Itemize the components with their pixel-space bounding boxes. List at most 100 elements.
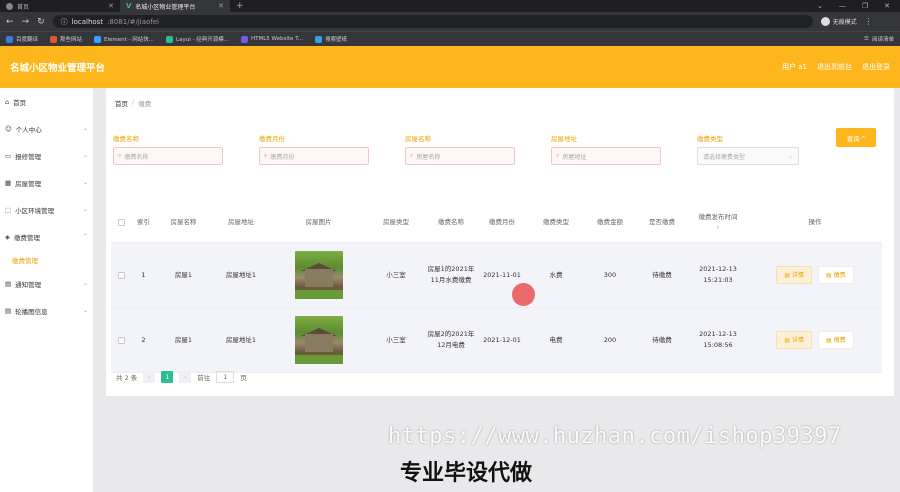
placeholder: 房屋名称: [416, 153, 441, 161]
page-number-current[interactable]: 1: [161, 371, 174, 383]
select-all-checkbox[interactable]: [117, 219, 125, 226]
cell-fee-type: 电费: [549, 335, 563, 344]
table-row: 1 房屋1 房屋地址1 小三室 房屋1的2021年11月水费缴费 2021-11…: [111, 243, 882, 308]
bookmarks-bar: 百度翻译 那些网站 Element - 网站快... Layui - 经典开源模…: [0, 31, 900, 46]
house-name-input[interactable]: ⌕ 房屋名称: [405, 147, 515, 165]
cell-house-type: 小三室: [386, 270, 406, 279]
query-button[interactable]: 查询 ⌕: [836, 128, 876, 147]
header-fee-type: 缴费类型: [543, 218, 569, 226]
sort-icon[interactable]: ⇕: [716, 223, 720, 234]
search-fee-month: 缴费月份 ⌕ 缴费月份: [259, 133, 369, 165]
back-to-front-link[interactable]: 退出到前台: [817, 62, 852, 72]
sidebar-item-profile[interactable]: ☺ 个人中心 ⌄: [0, 115, 93, 142]
pagination-total: 共 2 条: [116, 374, 138, 382]
bookmark-item[interactable]: HTML5 Website T...: [240, 35, 303, 43]
bookmark-item[interactable]: Layui - 经典开源模...: [166, 35, 229, 43]
cell-publish-time: 2021-12-13 15:08:56: [699, 330, 737, 349]
sidebar-subitem-fee-manage[interactable]: 缴费管理: [0, 250, 93, 270]
cell-is-paid: 待缴费: [652, 270, 672, 279]
prev-page-icon[interactable]: ‹: [143, 371, 156, 383]
profile-button[interactable]: 无痕模式: [820, 17, 857, 26]
chevron-down-icon: ⌄: [82, 280, 88, 287]
menu-icon[interactable]: ⋮: [865, 17, 873, 26]
fee-name-input[interactable]: ⌕ 缴费名称: [113, 147, 223, 165]
fee-month-input[interactable]: ⌕ 缴费月份: [259, 147, 369, 165]
sidebar-item-environment[interactable]: ⬚ 小区环境管理 ⌄: [0, 196, 93, 223]
chevron-down-icon: ⌄: [82, 179, 88, 186]
breadcrumb-separator: /: [132, 98, 135, 106]
goto-page-input[interactable]: 1: [216, 371, 235, 383]
bookmark-icon: [94, 35, 102, 43]
sidebar-item-notice[interactable]: ▤ 通知管理 ⌄: [0, 270, 93, 297]
chevron-down-icon: ⌄: [787, 152, 793, 160]
close-icon[interactable]: ✕: [218, 2, 224, 10]
pay-button[interactable]: ▤ 缴费: [818, 266, 854, 284]
header-publish-time[interactable]: 缴费发布时间 ⇕: [688, 212, 748, 234]
close-icon[interactable]: ✕: [884, 2, 890, 10]
forward-icon[interactable]: →: [22, 17, 30, 27]
goto-suffix: 页: [240, 374, 247, 382]
sidebar-item-fee[interactable]: ◈ 缴费管理 ⌃: [0, 223, 93, 250]
chevron-down-icon: ⌄: [82, 307, 88, 314]
sidebar-item-repair[interactable]: ▭ 报修管理 ⌄: [0, 142, 93, 169]
logout-link[interactable]: 退出登录: [862, 62, 890, 72]
next-page-icon[interactable]: ›: [179, 371, 192, 383]
header-fee-name: 缴费名称: [438, 218, 464, 226]
sidebar-item-home[interactable]: ⌂ 首页: [0, 88, 93, 115]
table-row: 2 房屋1 房屋地址1 小三室 房屋2的2021年12月电费 2021-12-0…: [111, 308, 882, 373]
bookmark-item[interactable]: 百度翻译: [6, 35, 38, 43]
minimize-icon[interactable]: —: [839, 2, 846, 10]
bookmark-item[interactable]: 那些网站: [50, 35, 82, 43]
house-thumbnail[interactable]: [294, 316, 343, 364]
house-addr-input[interactable]: ⌕ 房屋地址: [551, 147, 661, 165]
header-house-addr: 房屋地址: [228, 218, 254, 226]
back-icon[interactable]: ←: [6, 17, 14, 27]
bookmark-item[interactable]: Element - 网站快...: [94, 35, 154, 43]
frame-icon: ⬚: [5, 205, 12, 214]
bookmark-item[interactable]: 搜索壁纸: [315, 35, 347, 43]
placeholder: 房屋地址: [562, 153, 587, 161]
search-label: 房屋名称: [405, 135, 431, 143]
bookmark-icon: [166, 35, 174, 43]
detail-button[interactable]: ▤ 详情: [776, 266, 812, 284]
url-input[interactable]: ⓘ localhost:8081/#/jiaofei: [52, 15, 813, 28]
cell-fee-name: 房屋2的2021年12月电费: [427, 330, 475, 349]
fee-type-select[interactable]: 请选择缴费类型 ⌄: [697, 147, 799, 165]
browser-tab-bar: 首页 ✕ V 名城小区物业管理平台 ✕ + ⌄ — ❐ ✕: [0, 0, 900, 12]
browser-address-bar: ← → ↻ ⓘ localhost:8081/#/jiaofei 无痕模式 ⋮: [0, 12, 900, 31]
vue-icon: V: [126, 2, 132, 10]
header-house-name: 房屋名称: [170, 218, 197, 226]
detail-button[interactable]: ▤ 详情: [776, 331, 812, 349]
reading-list[interactable]: ☰ 阅读清单: [864, 35, 894, 43]
close-icon[interactable]: ✕: [108, 2, 114, 10]
sidebar: ⌂ 首页 ☺ 个人中心 ⌄ ▭ 报修管理 ⌄ ▦ 房屋管理 ⌄ ⬚ 小区环境管理…: [0, 88, 93, 492]
browser-tab-home[interactable]: 首页 ✕: [0, 0, 120, 12]
cell-house-img: [271, 316, 366, 364]
sidebar-item-carousel[interactable]: ▤ 轮播图信息 ⌄: [0, 297, 93, 324]
avatar: [820, 17, 830, 26]
search-icon: ⌕: [118, 152, 122, 159]
header-fee-amount: 缴费金额: [597, 218, 623, 226]
new-tab-icon[interactable]: +: [230, 1, 250, 11]
chevron-down-icon[interactable]: ⌄: [817, 2, 823, 10]
chevron-down-icon: ⌄: [82, 206, 88, 213]
reload-icon[interactable]: ↻: [37, 17, 45, 27]
menu-icon: ▭: [5, 151, 12, 160]
search-label: 房屋地址: [551, 135, 577, 143]
search-fee-name: 缴费名称 ⌕ 缴费名称: [113, 133, 223, 165]
row-checkbox[interactable]: [117, 336, 125, 344]
document-icon: ▤: [784, 271, 790, 279]
breadcrumb-home[interactable]: 首页: [115, 98, 128, 108]
search-icon: ⌕: [410, 152, 414, 159]
restore-icon[interactable]: ❐: [862, 2, 868, 10]
row-checkbox[interactable]: [117, 271, 125, 279]
globe-icon: [6, 2, 13, 10]
document-icon: ▤: [826, 271, 832, 279]
house-thumbnail[interactable]: [294, 251, 343, 299]
fee-table: 索引 房屋名称 房屋地址 房屋图片 房屋类型 缴费名称 缴费月份 缴费类型 缴费…: [111, 203, 882, 373]
pay-button[interactable]: ▤ 缴费: [818, 331, 854, 349]
profile-label: 无痕模式: [832, 19, 857, 26]
sidebar-item-house[interactable]: ▦ 房屋管理 ⌄: [0, 169, 93, 196]
tab-title: 名城小区物业管理平台: [135, 3, 196, 11]
browser-tab-app[interactable]: V 名城小区物业管理平台 ✕: [120, 0, 230, 12]
